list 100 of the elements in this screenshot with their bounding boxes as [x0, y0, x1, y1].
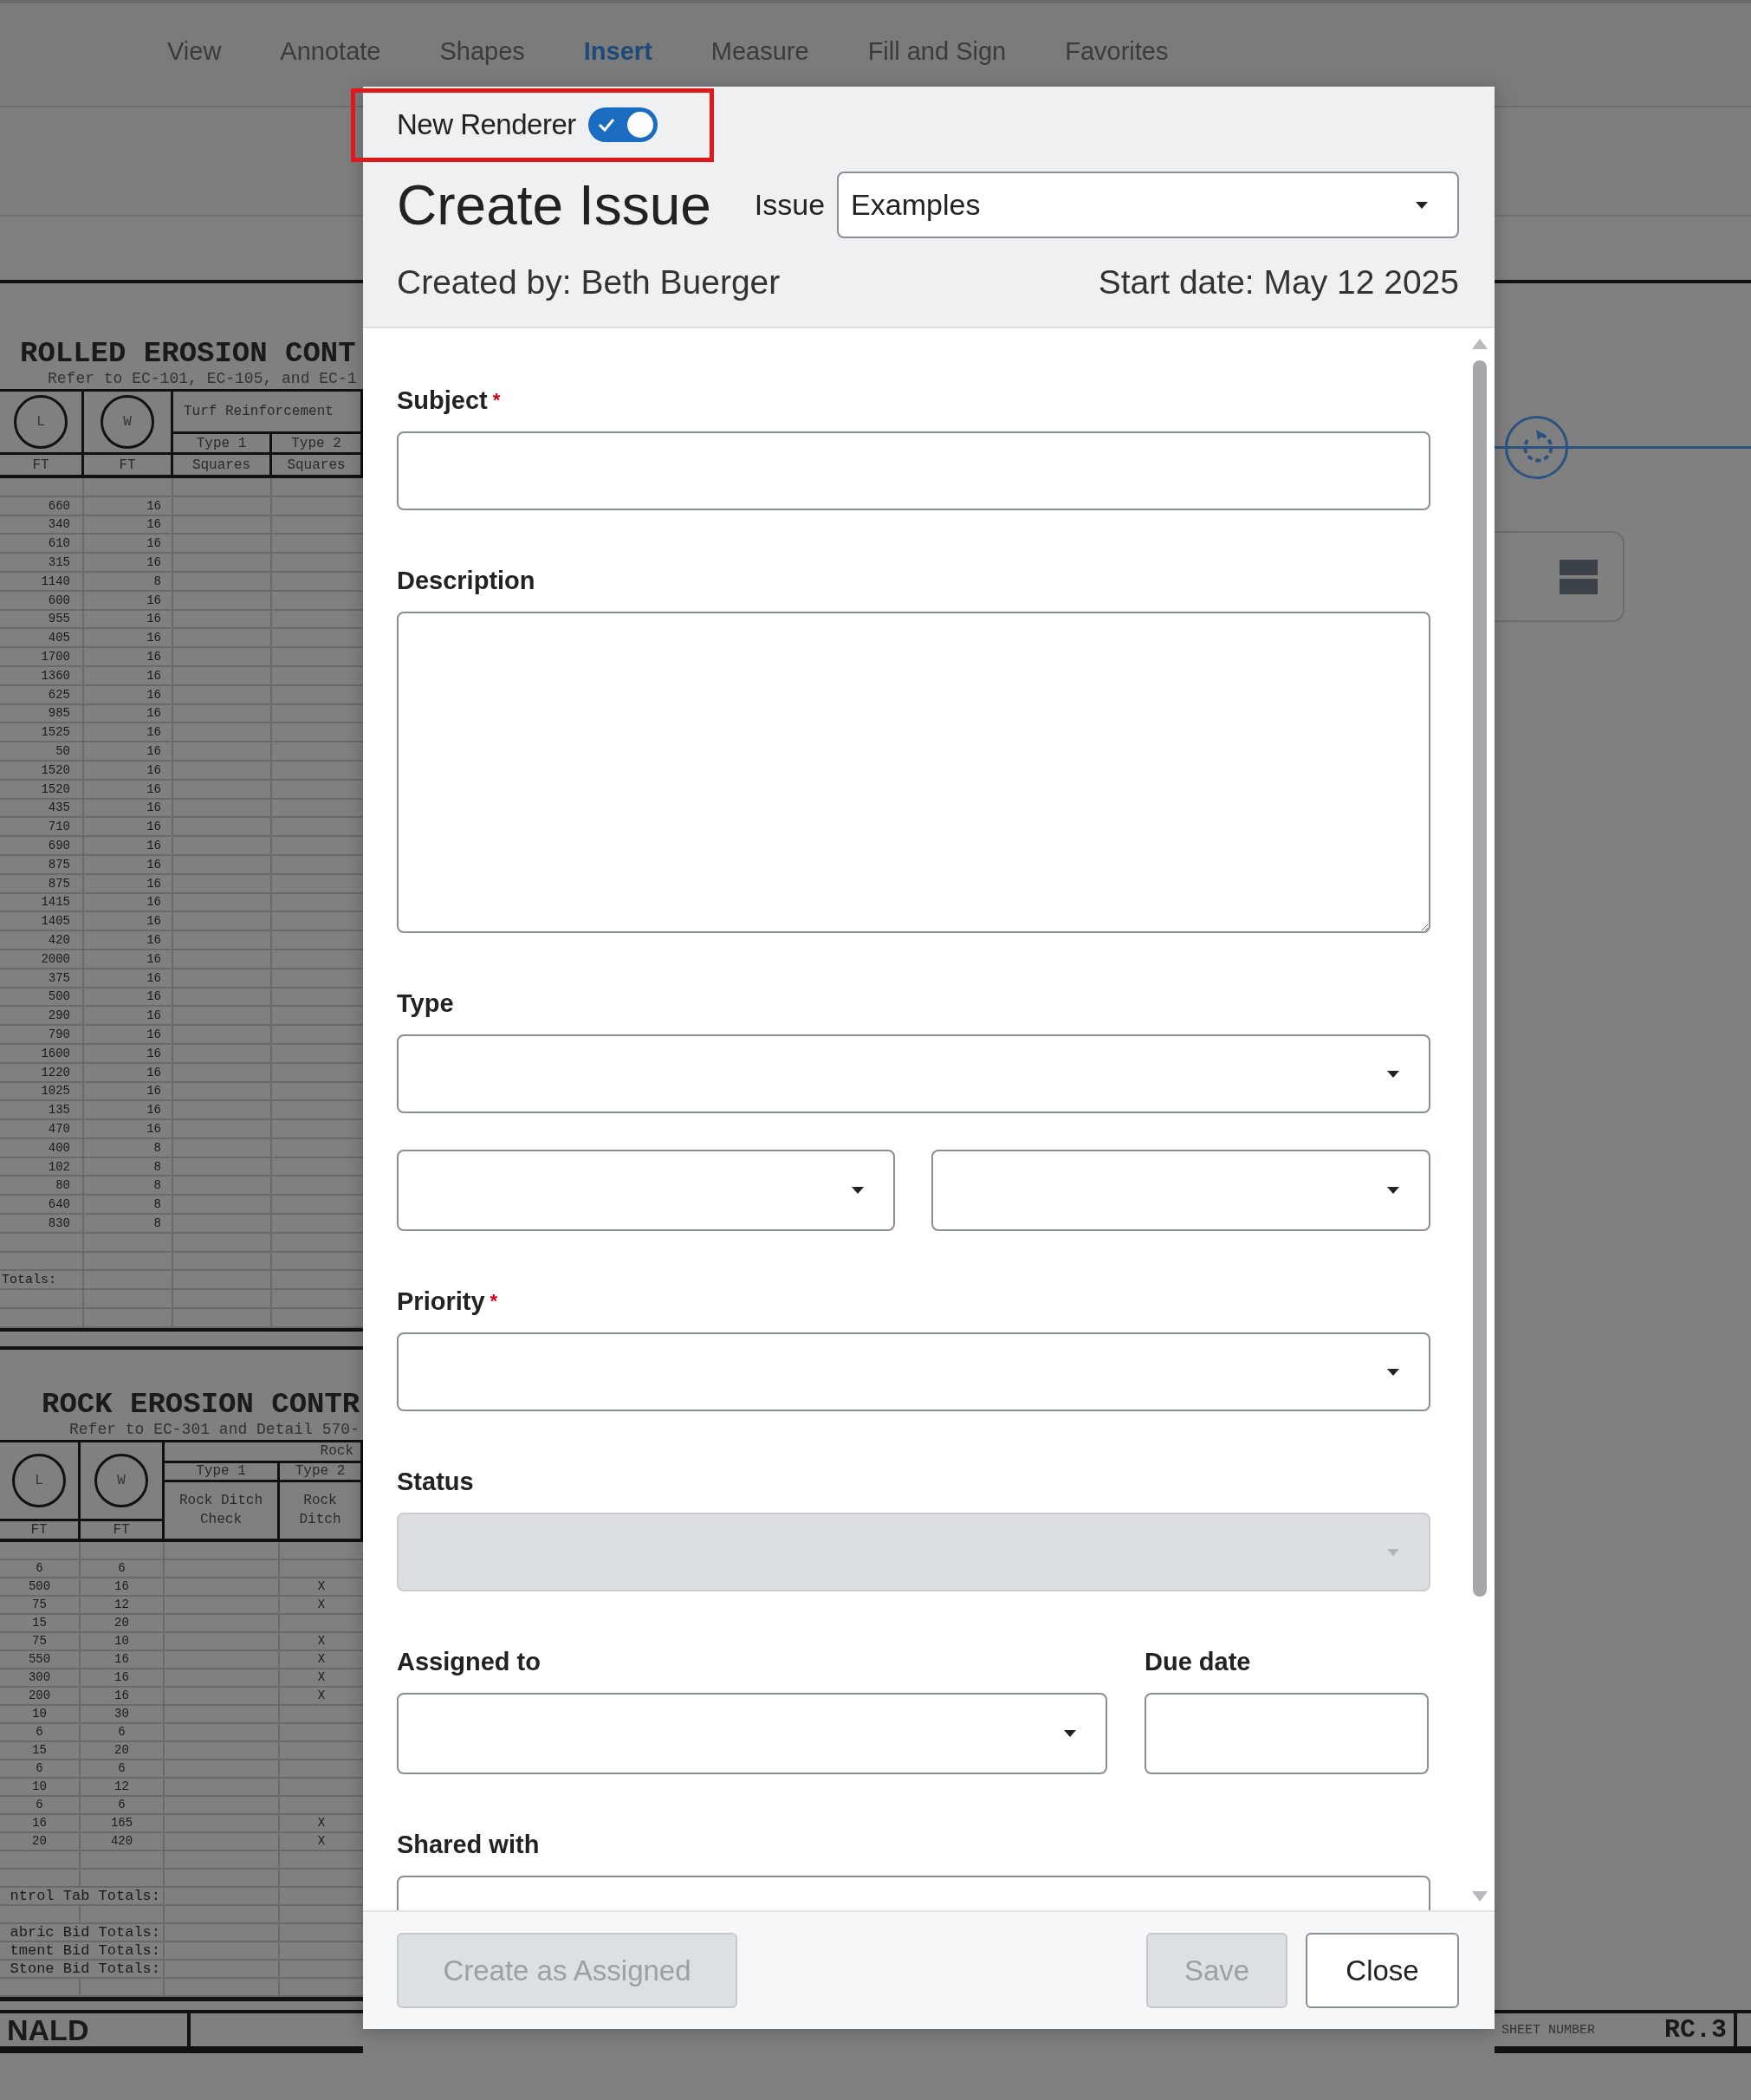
text-field[interactable]	[397, 431, 1430, 510]
table-cell: Stone Bid Totals:	[10, 1961, 160, 1976]
table-cell: X	[317, 1580, 326, 1593]
table-cell: 16	[146, 858, 161, 871]
table-cell: 16	[146, 877, 161, 890]
table-cell: 1140	[41, 574, 70, 587]
table-cell: 16	[114, 1653, 129, 1666]
select-field[interactable]: Examples	[837, 172, 1459, 238]
table-cell: FT	[113, 1520, 130, 1539]
caret-icon	[1416, 201, 1428, 209]
table-cell: 16	[146, 990, 161, 1003]
table-cell-text: Rock Ditch	[298, 1492, 342, 1530]
table-cell: 470	[48, 1123, 70, 1135]
table-cell: 875	[48, 858, 70, 871]
table-cell: 16	[146, 839, 161, 852]
column-symbol: W	[101, 395, 154, 449]
table-cell: 12	[114, 1598, 129, 1611]
table-cell: 1415	[41, 896, 70, 909]
table-cell-text: FT	[32, 456, 49, 475]
select-field[interactable]	[931, 1150, 1430, 1231]
select-field[interactable]	[397, 1034, 1430, 1113]
table-cell: 135	[48, 1104, 70, 1117]
table-cell: 830	[48, 1216, 70, 1229]
table-cell: 16	[146, 537, 161, 550]
table-cell: 16	[146, 707, 161, 720]
table-cell: ntrol Tab Totals:	[10, 1888, 160, 1903]
field-label: Due date	[1145, 1647, 1251, 1677]
toggle-label: New Renderer	[397, 108, 576, 141]
menu-tab[interactable]: Favorites	[1065, 36, 1169, 66]
table-cell: 16	[146, 782, 161, 795]
table-cell-text: Turf Reinforcement	[184, 403, 334, 421]
scrollbar-thumb[interactable]	[1473, 360, 1487, 1597]
table-cell: 10	[32, 1780, 47, 1793]
title-block-text: NALD	[7, 2012, 89, 2047]
table-cell: Type 1	[196, 434, 247, 452]
dialog-title: Create Issue	[397, 172, 711, 237]
description-field[interactable]	[397, 612, 1430, 933]
table-cell: 16	[32, 1817, 47, 1830]
table-cell: 6	[36, 1762, 43, 1775]
menu-tab[interactable]: View	[167, 36, 222, 66]
rotate-icon[interactable]	[1503, 414, 1570, 481]
table-cell: 20	[114, 1617, 129, 1630]
field-label: Status	[397, 1467, 474, 1497]
table-cell: 710	[48, 820, 70, 833]
table-cell: 16	[146, 1066, 161, 1079]
table-cell: 1520	[41, 763, 70, 776]
table-cell: 550	[28, 1653, 51, 1666]
table-cell: 16	[146, 1085, 161, 1098]
menu-tab[interactable]: Shapes	[439, 36, 525, 66]
menu-tab[interactable]: Annotate	[280, 36, 381, 66]
table-cell: X	[317, 1689, 326, 1702]
table-cell: 16	[146, 934, 161, 946]
table-subtitle: Refer to EC-101, EC-105, and EC-1	[47, 369, 358, 389]
table-cell: 6	[118, 1726, 126, 1739]
required-mark: *	[492, 388, 501, 412]
select-field[interactable]	[397, 1150, 895, 1231]
table-cell-text: Rock Ditch Check	[178, 1492, 263, 1530]
table-cell: 640	[48, 1198, 70, 1211]
scroll-down-icon[interactable]	[1472, 1891, 1488, 1902]
table-cell: 1700	[41, 651, 70, 664]
table-cell: 16	[146, 518, 161, 531]
table-cell: 75	[32, 1598, 47, 1611]
table-cell: 16	[146, 612, 161, 625]
scroll-up-icon[interactable]	[1472, 339, 1488, 349]
menu-tab[interactable]: Measure	[710, 36, 809, 66]
table-cell: 16	[146, 820, 161, 833]
table-cell-text: Squares	[191, 456, 251, 475]
menu-tab[interactable]: Insert	[583, 36, 652, 66]
table-title: ROLLED EROSION CONT	[19, 339, 357, 368]
table-cell: 6	[118, 1562, 126, 1575]
caret-icon	[1387, 1070, 1399, 1078]
table-cell: Type 1	[196, 1462, 246, 1480]
table-cell: 6	[118, 1762, 126, 1775]
table-cell: 165	[110, 1817, 133, 1830]
table-cell: 15	[32, 1744, 47, 1757]
table-cell: 6	[36, 1726, 43, 1739]
date-field[interactable]	[1145, 1693, 1429, 1774]
table-cell: 8	[153, 574, 161, 587]
table-cell: abric Bid Totals:	[10, 1924, 160, 1940]
table-cell: 290	[48, 1009, 70, 1022]
caret-icon	[1387, 1187, 1399, 1194]
table-cell: 30	[114, 1708, 129, 1721]
select-field[interactable]	[397, 1693, 1107, 1774]
table-cell: 300	[28, 1671, 51, 1684]
dialog-button[interactable]: Close	[1306, 1933, 1459, 2008]
renderer-toggle[interactable]	[587, 107, 658, 142]
table-cell: 1520	[41, 782, 70, 795]
table-cell: 10	[114, 1635, 129, 1648]
caret-icon	[1064, 1730, 1076, 1737]
select-field[interactable]	[397, 1332, 1430, 1411]
table-cell: 16	[146, 593, 161, 606]
table-cell: 20	[114, 1744, 129, 1757]
table-cell: 102	[48, 1160, 70, 1173]
table-cell: X	[317, 1598, 326, 1611]
table-cell: 16	[146, 556, 161, 569]
menu-tab[interactable]: Fill and Sign	[867, 36, 1007, 66]
table-cell: 8	[153, 1216, 161, 1229]
table-cell: 8	[153, 1198, 161, 1211]
table-cell: tment Bid Totals:	[10, 1942, 160, 1958]
field-label: Priority	[397, 1287, 485, 1317]
